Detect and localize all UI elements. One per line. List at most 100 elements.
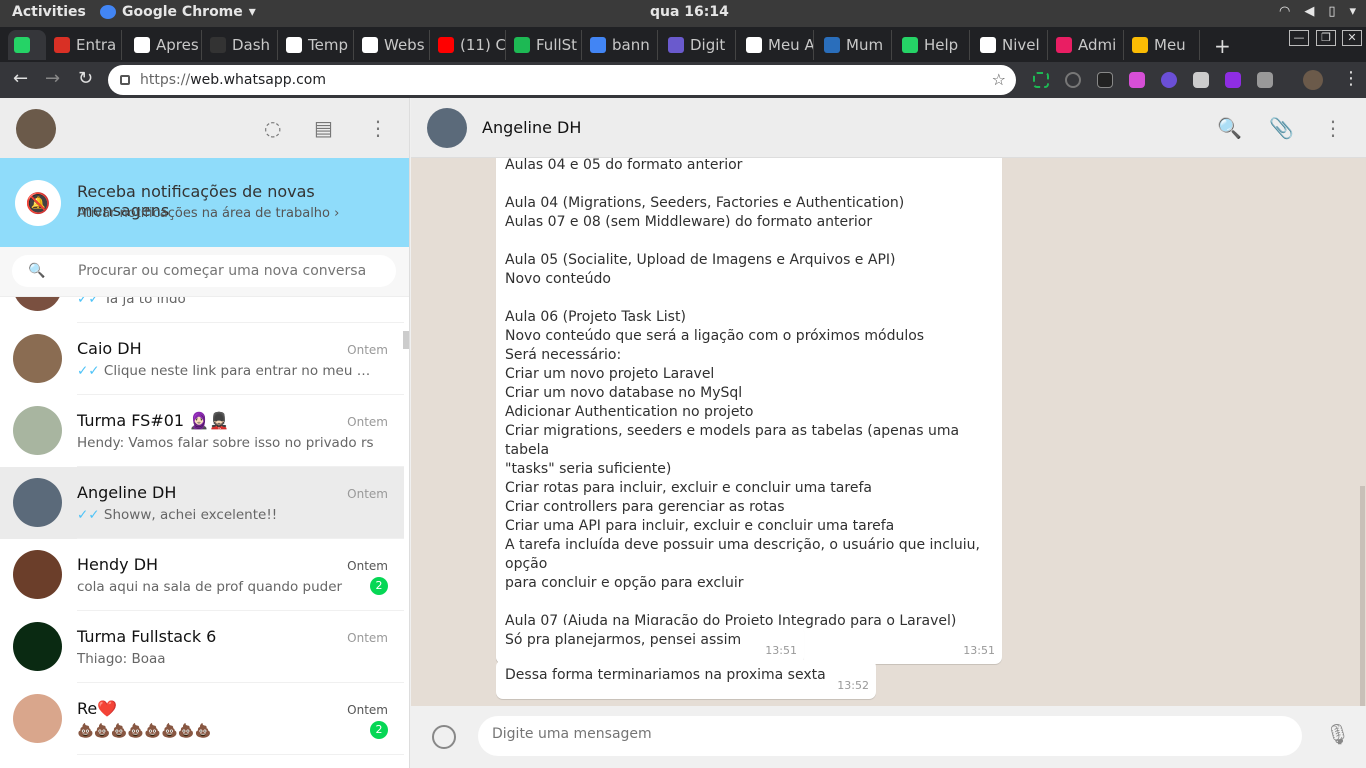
attach-icon[interactable]: 📎	[1269, 116, 1294, 140]
message-line: Criar rotas para incluir, excluir e conc…	[505, 480, 872, 496]
profile-avatar[interactable]	[1303, 70, 1323, 90]
chat-item[interactable]: Turma FS#01 🧕🏻💂🏻 Ontem Hendy: Vamos falar …	[0, 395, 404, 467]
notification-banner[interactable]: 🔕 Receba notificações de novas mensagens…	[0, 158, 409, 247]
message-bubble[interactable]: Só pra planejarmos, pensei assim 13:51	[496, 625, 804, 664]
extension-icon[interactable]	[1225, 72, 1241, 88]
tab-favicon-icon	[286, 37, 302, 53]
lock-icon	[120, 75, 130, 85]
chat-list-scrollbar[interactable]	[403, 331, 409, 349]
chat-time: Ontem	[347, 343, 388, 357]
contact-avatar	[13, 550, 62, 599]
chat-name: Turma Fullstack 6	[77, 627, 217, 646]
contact-avatar	[13, 478, 62, 527]
browser-tab[interactable]: Temp	[280, 30, 354, 60]
browser-tab[interactable]: Mum	[818, 30, 892, 60]
message-input-box[interactable]	[478, 716, 1302, 756]
extension-icon[interactable]	[1065, 72, 1081, 88]
search-box[interactable]: 🔍	[12, 255, 396, 287]
message-bubble[interactable]: Aulas 04 e 05 do formato anterior Aula 04…	[496, 158, 1002, 664]
chat-item[interactable]: Turma Fullstack 6 Ontem Thiago: Boaa	[0, 611, 404, 683]
microphone-icon[interactable]: 🎙	[1325, 722, 1350, 746]
clock[interactable]: qua 16:14	[650, 4, 729, 20]
browser-tab[interactable]: Help	[896, 30, 970, 60]
back-button[interactable]: ←	[13, 68, 28, 89]
app-menu[interactable]: Google Chrome ▾	[100, 4, 256, 20]
chat-last-message: ✓✓ Clique neste link para entrar no meu …	[77, 363, 377, 379]
tab-favicon-icon	[1132, 37, 1148, 53]
chat-item[interactable]: Hendy DH Ontem cola aqui na sala de prof q…	[0, 539, 404, 611]
extension-icon[interactable]	[1161, 72, 1177, 88]
chat-item[interactable]: ✓✓ Tá já to indo	[0, 297, 404, 323]
browser-tab[interactable]: Dash	[204, 30, 278, 60]
chat-last-message-text: Showw, achei excelente!!	[103, 507, 278, 523]
notification-link[interactable]: Ativar notificações na área de trabalho …	[77, 206, 339, 221]
chat-item[interactable]: Angeline DH Ontem ✓✓ Showw, achei excelent…	[0, 467, 404, 539]
extension-icon[interactable]	[1033, 72, 1049, 88]
activities-button[interactable]: Activities	[12, 4, 86, 20]
message-input[interactable]	[492, 726, 1282, 742]
tab-favicon-icon	[134, 37, 150, 53]
chat-time: Ontem	[347, 415, 388, 429]
forward-button[interactable]: →	[45, 68, 60, 89]
message-line	[505, 175, 993, 194]
browser-menu-icon[interactable]: ⋮	[1342, 68, 1360, 89]
tab-favicon-icon	[902, 37, 918, 53]
message-line: A tarefa incluída deve possuir uma descr…	[505, 537, 985, 572]
extension-icon[interactable]	[1129, 72, 1145, 88]
new-tab-button[interactable]: +	[1214, 34, 1231, 58]
message-line: Aula 05 (Socialite, Upload de Imagens e …	[505, 252, 896, 268]
browser-tab[interactable]: Apres	[128, 30, 202, 60]
conversation-header[interactable]: Angeline DH 🔍 📎 ⋮	[411, 98, 1366, 158]
chat-last-message-text: Hendy: Vamos falar sobre isso no privado…	[77, 435, 374, 451]
battery-icon: ▯	[1328, 4, 1336, 19]
double-check-icon: ✓✓	[77, 297, 100, 307]
chat-item[interactable]: Caio DH Ontem ✓✓ Clique neste link para en…	[0, 323, 404, 395]
contact-name[interactable]: Angeline DH	[482, 118, 581, 137]
chat-item[interactable]: Re❤️ Ontem 💩💩💩💩💩💩💩💩 2	[0, 683, 404, 755]
url-host: web.whatsapp.com	[190, 72, 326, 88]
browser-tab[interactable]: Meu A	[740, 30, 814, 60]
browser-tab[interactable]: Nivel	[974, 30, 1048, 60]
browser-tab[interactable]: bann	[584, 30, 658, 60]
status-icon[interactable]: ◌	[264, 116, 281, 140]
message-line: "tasks" seria suficiente)	[505, 461, 672, 477]
maximize-button[interactable]: ❐	[1316, 30, 1336, 46]
extension-icon[interactable]	[1193, 72, 1209, 88]
close-window-button[interactable]: ✕	[1342, 30, 1362, 46]
app-name-label: Google Chrome	[122, 4, 243, 20]
tab-label: Digit	[690, 36, 726, 54]
message-area-scrollbar[interactable]	[1360, 486, 1365, 706]
extension-icon[interactable]	[1097, 72, 1113, 88]
message-bubble[interactable]: Dessa forma terminariamos na proxima sex…	[496, 660, 876, 699]
browser-tab[interactable]: Entra	[48, 30, 122, 60]
search-icon[interactable]: 🔍	[1217, 116, 1242, 140]
message-line	[505, 289, 993, 308]
menu-icon[interactable]: ⋮	[1323, 116, 1343, 140]
browser-tab[interactable]: (11) C	[432, 30, 506, 60]
emoji-icon[interactable]	[432, 725, 456, 749]
system-tray[interactable]: ◠ ◀ ▯ ▾	[1279, 4, 1356, 19]
tab-favicon-icon	[824, 37, 840, 53]
search-input[interactable]	[78, 263, 378, 279]
tab-favicon-icon	[668, 37, 684, 53]
browser-tab[interactable]: Admi	[1050, 30, 1124, 60]
browser-tab[interactable]: Meu	[1126, 30, 1200, 60]
menu-icon[interactable]: ⋮	[368, 116, 388, 140]
minimize-button[interactable]: —	[1289, 30, 1309, 46]
bookmark-star-icon[interactable]: ☆	[992, 70, 1006, 89]
browser-tab[interactable]: Webs	[356, 30, 430, 60]
browser-tab[interactable]	[8, 30, 46, 60]
chat-last-message-text: Clique neste link para entrar no meu clu…	[103, 363, 377, 379]
reload-button[interactable]: ↻	[78, 68, 93, 89]
contact-avatar	[13, 334, 62, 383]
address-bar[interactable]: https://web.whatsapp.com ☆	[108, 65, 1016, 95]
extension-icon[interactable]	[1257, 72, 1273, 88]
contact-avatar[interactable]	[427, 108, 467, 148]
tab-favicon-icon	[362, 37, 378, 53]
my-avatar[interactable]	[16, 109, 56, 149]
tab-favicon-icon	[210, 37, 226, 53]
chrome-icon	[100, 5, 116, 19]
browser-tab[interactable]: FullSt	[508, 30, 582, 60]
browser-tab[interactable]: Digit	[662, 30, 736, 60]
new-chat-icon[interactable]: ▤	[314, 116, 333, 140]
